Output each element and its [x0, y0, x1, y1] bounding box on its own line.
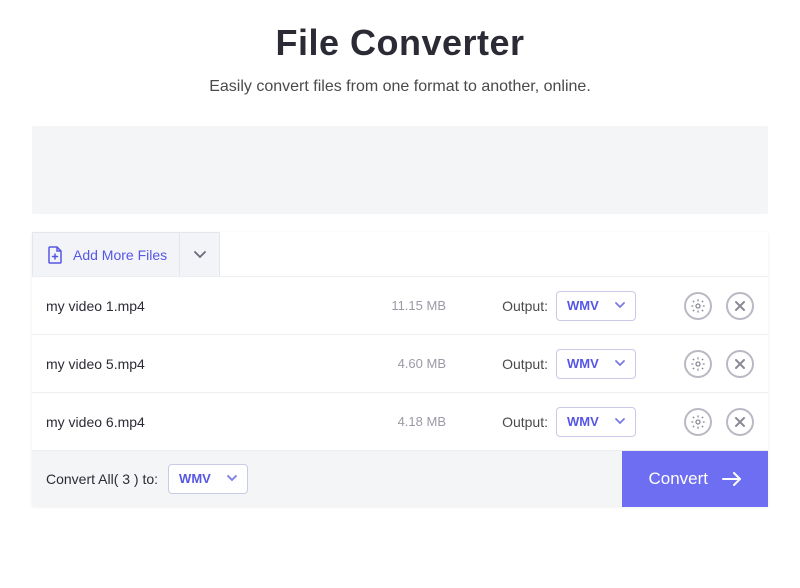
output-format-value: WMV	[567, 356, 599, 371]
arrow-right-icon	[722, 472, 742, 486]
add-more-files-label: Add More Files	[73, 247, 167, 263]
close-icon	[735, 417, 745, 427]
gear-icon	[690, 414, 706, 430]
output-format-value: WMV	[567, 414, 599, 429]
settings-button[interactable]	[684, 350, 712, 378]
page-subtitle: Easily convert files from one format to …	[16, 78, 784, 96]
chevron-down-icon	[227, 475, 237, 482]
file-size: 11.15 MB	[326, 298, 446, 313]
add-file-icon	[47, 246, 63, 264]
output-format-select[interactable]: WMV	[556, 291, 636, 321]
chevron-down-icon	[615, 360, 625, 367]
output-format-select[interactable]: WMV	[556, 349, 636, 379]
close-icon	[735, 301, 745, 311]
settings-button[interactable]	[684, 292, 712, 320]
file-row: my video 1.mp4 11.15 MB Output: WMV	[32, 276, 768, 334]
convert-button[interactable]: Convert	[622, 451, 768, 507]
chevron-down-icon	[194, 251, 206, 259]
remove-file-button[interactable]	[726, 408, 754, 436]
convert-all-label: Convert All( 3 ) to:	[46, 471, 158, 487]
add-more-files-dropdown[interactable]	[180, 232, 220, 276]
gear-icon	[690, 356, 706, 372]
file-size: 4.18 MB	[326, 414, 446, 429]
page-title: File Converter	[16, 22, 784, 64]
footer-bar: Convert All( 3 ) to: WMV Convert	[32, 450, 768, 506]
output-label: Output:	[446, 356, 556, 372]
close-icon	[735, 359, 745, 369]
banner-placeholder	[32, 126, 768, 214]
convert-button-label: Convert	[648, 469, 708, 489]
file-name: my video 6.mp4	[46, 414, 326, 430]
add-more-files-button[interactable]: Add More Files	[32, 232, 180, 276]
file-size: 4.60 MB	[326, 356, 446, 371]
file-list-panel: Add More Files my video 1.mp4 11.15 MB O…	[32, 232, 768, 506]
output-format-select[interactable]: WMV	[556, 407, 636, 437]
global-format-select[interactable]: WMV	[168, 464, 248, 494]
file-name: my video 5.mp4	[46, 356, 326, 372]
global-format-value: WMV	[179, 471, 211, 486]
output-format-value: WMV	[567, 298, 599, 313]
remove-file-button[interactable]	[726, 350, 754, 378]
output-label: Output:	[446, 414, 556, 430]
file-row: my video 5.mp4 4.60 MB Output: WMV	[32, 334, 768, 392]
chevron-down-icon	[615, 418, 625, 425]
remove-file-button[interactable]	[726, 292, 754, 320]
chevron-down-icon	[615, 302, 625, 309]
gear-icon	[690, 298, 706, 314]
output-label: Output:	[446, 298, 556, 314]
file-name: my video 1.mp4	[46, 298, 326, 314]
file-row: my video 6.mp4 4.18 MB Output: WMV	[32, 392, 768, 450]
settings-button[interactable]	[684, 408, 712, 436]
